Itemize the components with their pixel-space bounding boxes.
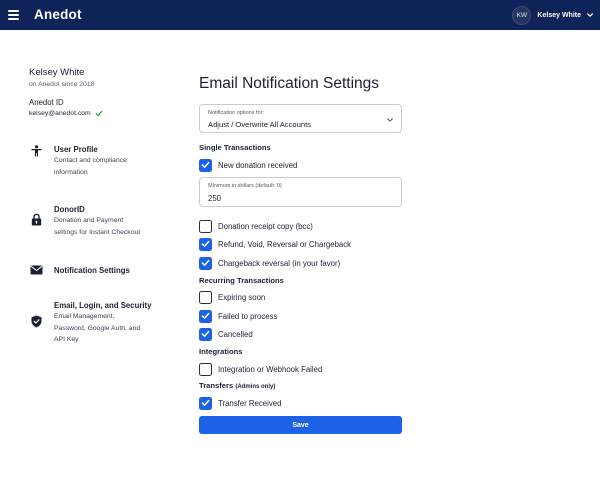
nav-desc: Email Management, <box>54 313 115 320</box>
option-webhook-failed[interactable]: Integration or Webhook Failed <box>199 362 322 376</box>
chevron-down-icon <box>387 118 393 122</box>
select-value: Adjust / Overwrite All Accounts <box>208 120 311 129</box>
option-label: Donation receipt copy (bcc) <box>218 221 313 231</box>
option-transfer-received[interactable]: Transfer Received <box>199 396 281 410</box>
checkbox[interactable] <box>199 290 212 304</box>
avatar: KW <box>512 5 532 25</box>
shield-icon <box>29 314 43 328</box>
minimum-amount-field[interactable]: Minimum in dollars (default: 0) <box>199 177 402 207</box>
checkbox[interactable] <box>199 256 212 270</box>
nav-donorid[interactable]: DonorID Donation and Payment settings fo… <box>29 204 169 238</box>
nav-title: Notification Settings <box>54 265 130 275</box>
section-transfers-title: Transfers <box>199 381 234 390</box>
option-label: Expiring soon <box>218 292 266 302</box>
nav-email-login-security[interactable]: Email, Login, and Security Email Managem… <box>29 300 169 346</box>
menu-icon[interactable] <box>8 10 19 20</box>
nav-desc: Password, Google Auth, and <box>54 324 141 332</box>
person-icon <box>29 144 43 158</box>
checkbox[interactable] <box>199 362 212 376</box>
option-new-donation[interactable]: New donation received <box>199 158 297 172</box>
check-icon <box>201 330 210 337</box>
profile-name: Kelsey White <box>29 67 85 78</box>
option-refund[interactable]: Refund, Void, Reversal or Chargeback <box>199 237 351 251</box>
option-chargeback-reversal[interactable]: Chargeback reversal (in your favor) <box>199 256 340 270</box>
select-label: Notification options for: <box>208 110 264 116</box>
section-transfers-note: (Admins only) <box>235 384 276 390</box>
nav-title: User Profile <box>54 145 98 154</box>
check-icon <box>201 161 210 168</box>
nav-notification-settings[interactable]: Notification Settings <box>29 263 169 277</box>
user-menu[interactable]: KW Kelsey White <box>512 5 594 25</box>
checkbox[interactable] <box>199 237 212 251</box>
checkbox[interactable] <box>199 158 212 172</box>
option-receipt-copy[interactable]: Donation receipt copy (bcc) <box>199 219 313 233</box>
minimum-amount-input[interactable] <box>208 192 388 204</box>
top-bar: Anedot KW Kelsey White <box>0 0 600 30</box>
page-title: Email Notification Settings <box>199 75 380 92</box>
notification-options-select[interactable]: Notification options for: Adjust / Overw… <box>199 104 402 133</box>
check-icon <box>201 312 210 319</box>
profile-email-text: kelsey@anedot.com <box>29 110 91 117</box>
check-icon <box>201 259 210 266</box>
save-button[interactable]: Save <box>199 416 402 434</box>
nav-desc: Donation and Payment <box>54 217 124 224</box>
nav-user-profile[interactable]: User Profile Contact and compliance info… <box>29 144 169 178</box>
option-expiring[interactable]: Expiring soon <box>199 290 265 304</box>
profile-email: kelsey@anedot.com <box>29 110 103 117</box>
user-name: Kelsey White <box>537 11 581 19</box>
option-label: Cancelled <box>218 329 253 339</box>
option-label: Transfer Received <box>218 398 282 408</box>
anedot-id-label: Anedot ID <box>29 98 64 107</box>
checkbox[interactable] <box>199 327 212 341</box>
check-icon <box>201 240 210 247</box>
check-icon <box>95 110 103 117</box>
nav-title: DonorID <box>54 205 85 214</box>
section-integrations: Integrations <box>199 347 243 356</box>
section-single-transactions: Single Transactions <box>199 143 271 152</box>
nav-title: Email, Login, and Security <box>54 301 152 310</box>
chevron-down-icon <box>586 13 594 17</box>
lock-icon <box>29 212 43 226</box>
option-label: New donation received <box>218 160 298 170</box>
nav-desc: Contact and compliance <box>54 157 127 164</box>
profile-since: on Anedot since 2018 <box>29 81 95 88</box>
checkbox[interactable] <box>199 219 212 233</box>
option-label: Integration or Webhook Failed <box>218 364 323 374</box>
section-recurring-transactions: Recurring Transactions <box>199 276 284 285</box>
nav-desc: settings for Instant Checkout <box>54 228 141 236</box>
section-transfers: Transfers (Admins only) <box>199 381 275 390</box>
checkbox[interactable] <box>199 309 212 323</box>
nav-desc: information <box>54 168 88 176</box>
app-logo[interactable]: Anedot <box>34 7 82 22</box>
option-label: Refund, Void, Reversal or Chargeback <box>218 239 352 249</box>
checkbox[interactable] <box>199 396 212 410</box>
option-label: Chargeback reversal (in your favor) <box>218 258 341 268</box>
minimum-amount-label: Minimum in dollars (default: 0) <box>208 183 282 189</box>
check-icon <box>201 399 210 406</box>
option-failed[interactable]: Failed to process <box>199 309 277 323</box>
envelope-icon <box>29 263 43 277</box>
option-cancelled[interactable]: Cancelled <box>199 327 253 341</box>
nav-desc: API Key <box>54 336 79 343</box>
option-label: Failed to process <box>218 311 278 321</box>
